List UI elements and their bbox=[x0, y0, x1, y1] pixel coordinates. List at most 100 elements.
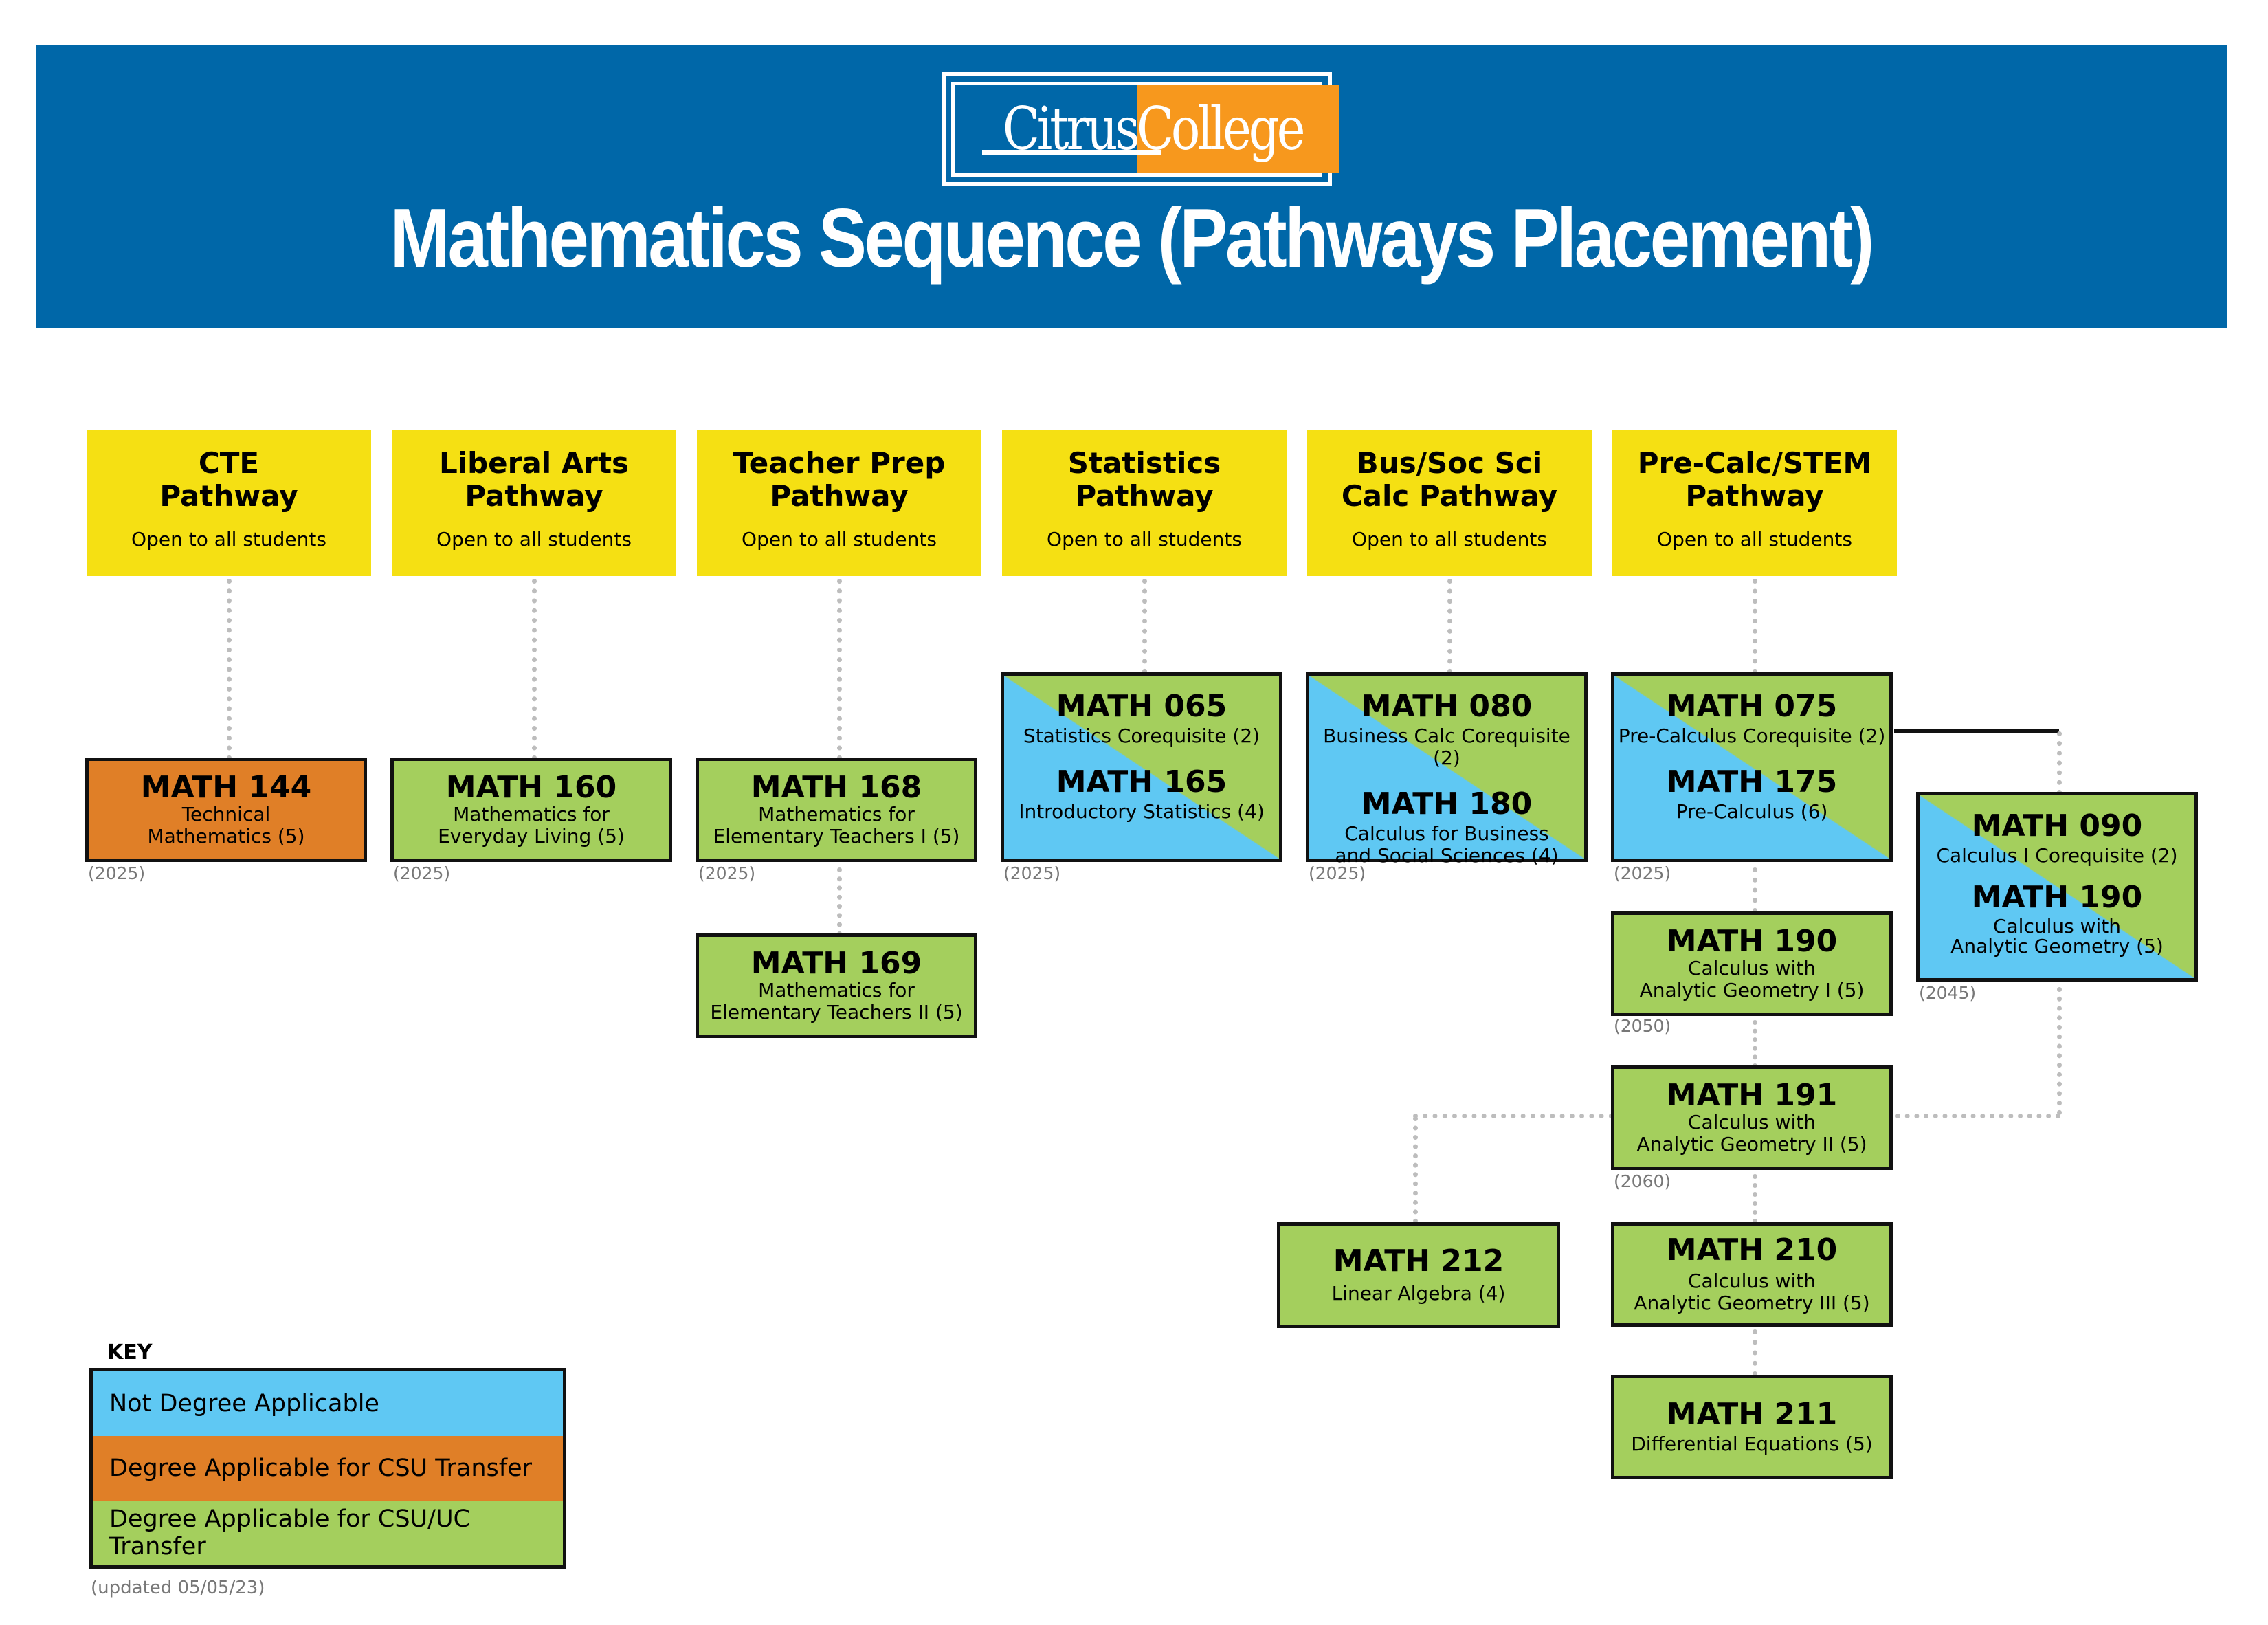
course-name: Mathematics for Everyday Living (5) bbox=[438, 803, 625, 848]
course-year: (2025) bbox=[88, 863, 146, 883]
course-name: Pre-Calculus Corequisite (2) bbox=[1618, 725, 1886, 747]
course-part-corequisite: MATH 075 Pre-Calculus Corequisite (2) bbox=[1619, 691, 1886, 747]
course-name: Mathematics for Elementary Teachers I (5… bbox=[713, 803, 960, 848]
pathway-name: CTE Pathway bbox=[159, 446, 298, 513]
connector-teacher-prep bbox=[837, 579, 842, 760]
course-name: Linear Algebra (4) bbox=[1331, 1282, 1506, 1305]
logo-underline bbox=[982, 150, 1161, 155]
course-math-144[interactable]: MATH 144 Technical Mathematics (5) bbox=[85, 758, 367, 862]
course-math-090-190[interactable]: MATH 090 Calculus I Corequisite (2) MATH… bbox=[1916, 792, 2198, 982]
pathway-bus-soc-sci: Bus/Soc Sci Calc Pathway Open to all stu… bbox=[1307, 430, 1592, 576]
course-math-160[interactable]: MATH 160 Mathematics for Everyday Living… bbox=[390, 758, 672, 862]
course-year: (2025) bbox=[1309, 863, 1366, 883]
course-math-190[interactable]: MATH 190 Calculus with Analytic Geometry… bbox=[1611, 911, 1893, 1016]
course-name: Business Calc Corequisite (2) bbox=[1323, 725, 1570, 769]
course-part-main: MATH 180 Calculus for Business and Socia… bbox=[1335, 788, 1558, 867]
course-name: Calculus with Analytic Geometry (5) bbox=[1950, 915, 2164, 958]
citrus-college-logo: Citrus College bbox=[942, 72, 1339, 186]
course-year: (2025) bbox=[698, 863, 756, 883]
course-code: MATH 191 bbox=[1666, 1078, 1838, 1113]
course-name: Differential Equations (5) bbox=[1631, 1433, 1873, 1455]
connector-191-210 bbox=[1753, 1174, 1757, 1224]
course-part-corequisite: MATH 065 Statistics Corequisite (2) bbox=[1023, 691, 1260, 747]
course-part-corequisite: MATH 080 Business Calc Corequisite (2) bbox=[1309, 691, 1584, 769]
pathway-precalc-stem: Pre-Calc/STEM Pathway Open to all studen… bbox=[1612, 430, 1897, 576]
course-code: MATH 144 bbox=[140, 770, 312, 805]
connector-190-191 bbox=[1753, 1020, 1757, 1068]
connector-bus-soc-sci bbox=[1447, 579, 1452, 674]
course-name: Statistics Corequisite (2) bbox=[1023, 725, 1260, 747]
connector-210-211 bbox=[1753, 1329, 1757, 1376]
pathway-statistics: Statistics Pathway Open to all students bbox=[1002, 430, 1287, 576]
course-name: Introductory Statistics (4) bbox=[1019, 800, 1265, 823]
connector-168-169 bbox=[837, 867, 842, 936]
course-math-212[interactable]: MATH 212 Linear Algebra (4) bbox=[1277, 1222, 1560, 1328]
course-math-191[interactable]: MATH 191 Calculus with Analytic Geometry… bbox=[1611, 1065, 1893, 1170]
pathway-name: Teacher Prep Pathway bbox=[733, 446, 946, 513]
course-code: MATH 080 bbox=[1361, 689, 1533, 724]
pathway-note: Open to all students bbox=[131, 528, 326, 551]
pathway-note: Open to all students bbox=[742, 528, 937, 551]
page-title: Mathematics Sequence (Pathways Placement… bbox=[390, 191, 1875, 285]
pathway-name: Pre-Calc/STEM Pathway bbox=[1637, 446, 1872, 513]
connector-statistics bbox=[1142, 579, 1147, 674]
course-year: (2060) bbox=[1614, 1171, 1671, 1191]
course-math-075-175[interactable]: MATH 075 Pre-Calculus Corequisite (2) MA… bbox=[1611, 672, 1893, 862]
connector-liberal-arts bbox=[532, 579, 537, 760]
pathway-cte: CTE Pathway Open to all students bbox=[87, 430, 371, 576]
connector-090-down bbox=[2057, 987, 2062, 1115]
pathway-note: Open to all students bbox=[436, 528, 632, 551]
key-item-csu-transfer: Degree Applicable for CSU Transfer bbox=[93, 1435, 563, 1501]
course-name: Pre-Calculus (6) bbox=[1676, 800, 1828, 823]
course-year: (2025) bbox=[393, 863, 451, 883]
pathway-teacher-prep: Teacher Prep Pathway Open to all student… bbox=[697, 430, 981, 576]
course-code: MATH 210 bbox=[1666, 1232, 1838, 1268]
pathway-note: Open to all students bbox=[1047, 528, 1242, 551]
course-name: Technical Mathematics (5) bbox=[147, 803, 305, 848]
course-year: (2050) bbox=[1614, 1016, 1671, 1036]
course-math-080-180[interactable]: MATH 080 Business Calc Corequisite (2) M… bbox=[1306, 672, 1588, 867]
key-label: KEY bbox=[107, 1340, 153, 1364]
course-code: MATH 169 bbox=[751, 946, 922, 981]
course-part-main: MATH 165 Introductory Statistics (4) bbox=[1019, 766, 1265, 823]
course-code: MATH 065 bbox=[1056, 689, 1227, 724]
connector-191-212-horizontal bbox=[1413, 1114, 1614, 1118]
course-math-168[interactable]: MATH 168 Mathematics for Elementary Teac… bbox=[696, 758, 977, 862]
connector-cte bbox=[227, 579, 232, 760]
course-math-169[interactable]: MATH 169 Mathematics for Elementary Teac… bbox=[696, 933, 977, 1038]
course-math-211[interactable]: MATH 211 Differential Equations (5) bbox=[1611, 1375, 1893, 1479]
course-name: Calculus with Analytic Geometry I (5) bbox=[1639, 957, 1865, 1002]
course-code: MATH 190 bbox=[1971, 880, 2143, 915]
pathway-note: Open to all students bbox=[1657, 528, 1852, 551]
course-name: Mathematics for Elementary Teachers II (… bbox=[710, 979, 963, 1024]
course-name: Calculus with Analytic Geometry II (5) bbox=[1636, 1111, 1867, 1156]
connector-191-212-vertical bbox=[1413, 1116, 1418, 1224]
connector-precalc-stem bbox=[1753, 579, 1757, 674]
course-year: (2045) bbox=[1919, 983, 1977, 1003]
pathway-liberal-arts: Liberal Arts Pathway Open to all student… bbox=[392, 430, 676, 576]
course-math-210[interactable]: MATH 210 Calculus with Analytic Geometry… bbox=[1611, 1222, 1893, 1327]
course-code: MATH 190 bbox=[1666, 924, 1838, 959]
course-part-corequisite: MATH 090 Calculus I Corequisite (2) bbox=[1936, 810, 2177, 867]
course-name: Calculus I Corequisite (2) bbox=[1936, 844, 2178, 867]
course-code: MATH 075 bbox=[1666, 689, 1838, 724]
logo-text-college: College bbox=[1137, 95, 1306, 164]
connector-090-191 bbox=[1895, 1114, 2060, 1118]
key-item-not-degree-applicable: Not Degree Applicable bbox=[93, 1371, 563, 1436]
course-math-065-165[interactable]: MATH 065 Statistics Corequisite (2) MATH… bbox=[1001, 672, 1282, 862]
connector-175-to-090 bbox=[1894, 729, 2059, 733]
connector-to-090 bbox=[2057, 731, 2062, 795]
course-code: MATH 212 bbox=[1333, 1243, 1504, 1279]
key-item-csu-uc-transfer: Degree Applicable for CSU/UC Transfer bbox=[93, 1500, 563, 1565]
connector-175-190 bbox=[1753, 867, 1757, 913]
course-name: Calculus with Analytic Geometry III (5) bbox=[1634, 1270, 1870, 1314]
course-year: (2025) bbox=[1003, 863, 1061, 883]
key-legend: Not Degree Applicable Degree Applicable … bbox=[89, 1368, 566, 1569]
course-code: MATH 168 bbox=[751, 770, 922, 805]
course-code: MATH 165 bbox=[1056, 764, 1227, 799]
course-code: MATH 090 bbox=[1971, 808, 2143, 843]
course-code: MATH 175 bbox=[1666, 764, 1838, 799]
course-code: MATH 180 bbox=[1361, 786, 1533, 821]
course-name: Calculus for Business and Social Science… bbox=[1335, 822, 1559, 867]
course-year: (2025) bbox=[1614, 863, 1671, 883]
